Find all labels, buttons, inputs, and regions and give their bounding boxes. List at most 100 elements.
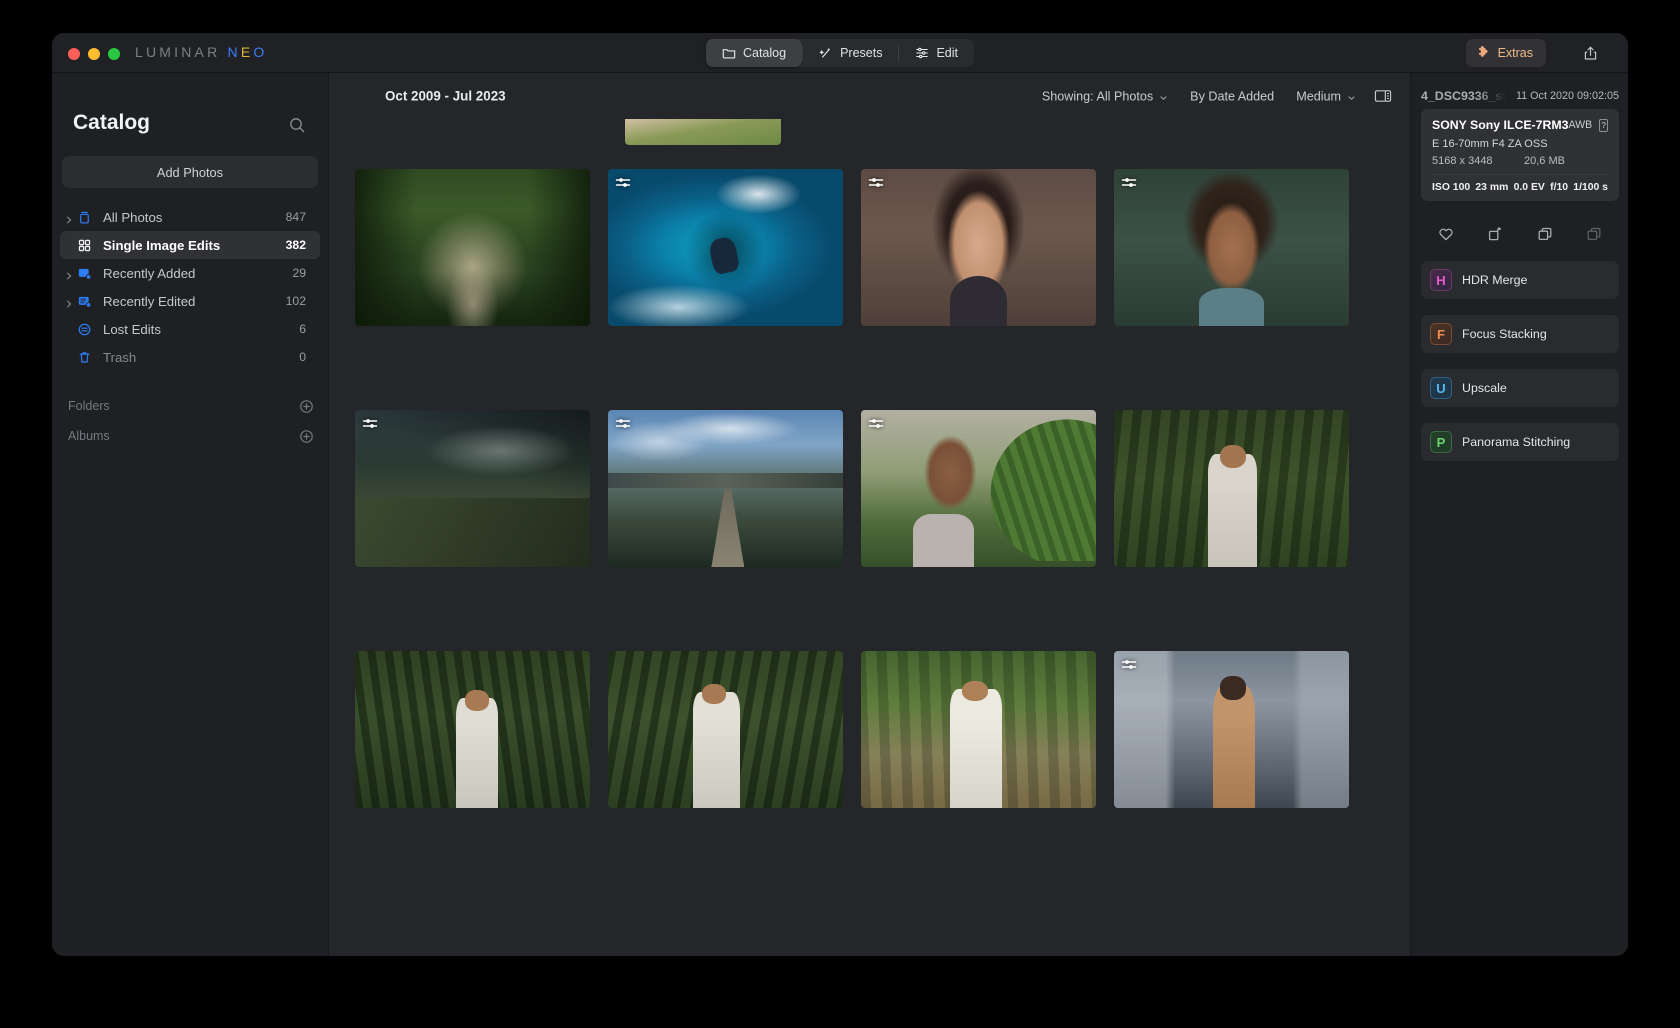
sliders-badge-icon xyxy=(615,417,631,430)
plus-circle-icon[interactable] xyxy=(299,399,314,414)
page-title: Catalog xyxy=(73,111,151,134)
extension-focus-stacking[interactable]: F Focus Stacking xyxy=(1421,315,1619,353)
grid-icon xyxy=(76,237,93,254)
sidebar-item-trash[interactable]: Trash 0 xyxy=(60,343,320,371)
sliders-badge-icon xyxy=(362,417,378,430)
thumbnail-grid-area[interactable] xyxy=(329,119,1410,956)
upscale-icon: U xyxy=(1430,377,1452,399)
extension-hdr-merge[interactable]: H HDR Merge xyxy=(1421,261,1619,299)
thumbnail-cell[interactable] xyxy=(861,169,1096,326)
sidebar-item-all-photos[interactable]: All Photos 847 xyxy=(60,203,320,231)
white-balance-label: AWB xyxy=(1568,119,1593,131)
thumbnail-cell[interactable] xyxy=(861,410,1096,567)
iso-value: ISO 100 xyxy=(1432,182,1471,193)
rotate-icon[interactable] xyxy=(1486,225,1504,243)
upscale-icon-letter: U xyxy=(1436,380,1446,396)
thumbnail-man-white-shirt-jungle-2[interactable] xyxy=(608,651,843,808)
thumbnail-size-dropdown[interactable]: Medium xyxy=(1296,89,1356,103)
showing-filter-dropdown[interactable]: Showing: All Photos xyxy=(1042,89,1168,103)
panorama-stitching-icon: P xyxy=(1430,431,1452,453)
sort-order-button[interactable]: By Date Added xyxy=(1190,89,1274,103)
panel-toggle-icon[interactable] xyxy=(1374,89,1392,104)
lost-edits-icon xyxy=(76,321,93,338)
luminar-neo-window: LUMINAR NEO Catalog Presets Edit Extras … xyxy=(52,33,1628,956)
sidebar-item-count: 6 xyxy=(299,322,306,336)
sidebar-section-albums[interactable]: Albums xyxy=(60,421,320,451)
share-icon[interactable] xyxy=(1578,41,1602,65)
chevron-right-icon[interactable] xyxy=(64,296,74,308)
file-info-row: 4_DSC9336_st 11 Oct 2020 09:02:05 xyxy=(1421,87,1619,104)
extras-label: Extras xyxy=(1497,46,1533,60)
close-window-button[interactable] xyxy=(68,48,80,60)
chevron-right-icon[interactable] xyxy=(64,212,74,224)
minimize-window-button[interactable] xyxy=(88,48,100,60)
camera-row: SONY Sony ILCE-7RM3 AWB ? xyxy=(1432,118,1608,132)
thumbnail-mountain-road-vestrahorn[interactable] xyxy=(608,410,843,567)
thumbnail-tree-tunnel-road[interactable] xyxy=(355,169,590,326)
extension-panorama-stitching[interactable]: P Panorama Stitching xyxy=(1421,423,1619,461)
sidebar-item-label: Recently Edited xyxy=(103,293,196,309)
sidebar-item-count: 29 xyxy=(292,266,306,280)
thumbnail-man-in-jungle-portrait[interactable] xyxy=(1114,410,1349,567)
copy-icon[interactable] xyxy=(1536,225,1554,243)
thumbnail-portrait-woman-dark-hair[interactable] xyxy=(861,169,1096,326)
thumbnail-surfer-in-barrel[interactable] xyxy=(608,169,843,326)
maximize-window-button[interactable] xyxy=(108,48,120,60)
thumbnail-cell[interactable] xyxy=(355,169,590,326)
sliders-badge-icon xyxy=(1121,176,1137,189)
tab-presets-label: Presets xyxy=(840,46,883,60)
thumbnail-cell[interactable] xyxy=(861,651,1096,808)
thumbnail-man-white-shirt-jungle-1[interactable] xyxy=(355,651,590,808)
dimensions-row: 5168 x 3448 20,6 MB xyxy=(1432,155,1608,175)
recent-edit-icon xyxy=(76,293,93,310)
tab-edit[interactable]: Edit xyxy=(899,39,974,67)
sidebar-item-label: Trash xyxy=(103,349,137,365)
sidebar-item-recently-added[interactable]: Recently Added 29 xyxy=(60,259,320,287)
thumbnail-cell[interactable] xyxy=(1114,651,1349,808)
thumbnail-woman-street-dress[interactable] xyxy=(1114,651,1349,808)
thumbnail-cell[interactable] xyxy=(355,410,590,567)
thumbnail-cell[interactable] xyxy=(1114,410,1349,567)
chevron-right-icon[interactable] xyxy=(64,268,74,280)
extension-upscale[interactable]: U Upscale xyxy=(1421,369,1619,407)
sidebar: Catalog Add Photos All Photos 847 Single… xyxy=(52,73,329,956)
thumbnail-cell[interactable] xyxy=(608,410,843,567)
thumbnail-cell[interactable] xyxy=(1114,169,1349,326)
favorite-icon[interactable] xyxy=(1437,225,1455,243)
lens-label: E 16-70mm F4 ZA OSS xyxy=(1432,138,1548,150)
thumbnail-cell[interactable] xyxy=(608,169,843,326)
sidebar-section-folders[interactable]: Folders xyxy=(60,391,320,421)
tab-presets[interactable]: Presets xyxy=(803,39,898,67)
sidebar-item-count: 0 xyxy=(299,350,306,364)
thumbnail-woman-behind-palm-leaf[interactable] xyxy=(861,410,1096,567)
extras-button[interactable]: Extras xyxy=(1465,39,1546,67)
file-size-label: 20,6 MB xyxy=(1524,155,1565,167)
chevron-down-icon xyxy=(1159,92,1168,101)
hdr-merge-icon: H xyxy=(1430,269,1452,291)
folder-icon xyxy=(722,46,736,60)
search-icon[interactable] xyxy=(288,116,306,134)
focal-length-value: 23 mm xyxy=(1475,182,1509,193)
thumbnail-man-tshirt-patio[interactable] xyxy=(861,651,1096,808)
sidebar-item-lost-edits[interactable]: Lost Edits 6 xyxy=(60,315,320,343)
thumbnail-mountain-ridge-dark[interactable] xyxy=(355,410,590,567)
add-photos-button[interactable]: Add Photos xyxy=(62,156,318,188)
hdr-merge-icon-letter: H xyxy=(1436,272,1446,288)
help-badge-icon[interactable]: ? xyxy=(1599,118,1608,132)
tab-catalog-label: Catalog xyxy=(742,46,787,60)
focus-stacking-icon: F xyxy=(1430,323,1452,345)
aperture-value: f/10 xyxy=(1550,182,1569,193)
thumbnail-portrait-woman-curly-hair[interactable] xyxy=(1114,169,1349,326)
focus-stacking-icon-letter: F xyxy=(1437,326,1445,342)
plus-circle-icon[interactable] xyxy=(299,429,314,444)
thumbnail-cell[interactable] xyxy=(355,651,590,808)
sidebar-item-single-image-edits[interactable]: Single Image Edits 382 xyxy=(60,231,320,259)
trash-icon xyxy=(76,349,93,366)
sidebar-item-recently-edited[interactable]: Recently Edited 102 xyxy=(60,287,320,315)
sidebar-item-label: Lost Edits xyxy=(103,321,161,337)
extension-label: Upscale xyxy=(1462,381,1507,395)
thumbnail-partial-top[interactable] xyxy=(625,119,781,145)
tab-catalog[interactable]: Catalog xyxy=(705,39,803,67)
image-dimensions-label: 5168 x 3448 xyxy=(1432,155,1493,167)
thumbnail-cell[interactable] xyxy=(608,651,843,808)
